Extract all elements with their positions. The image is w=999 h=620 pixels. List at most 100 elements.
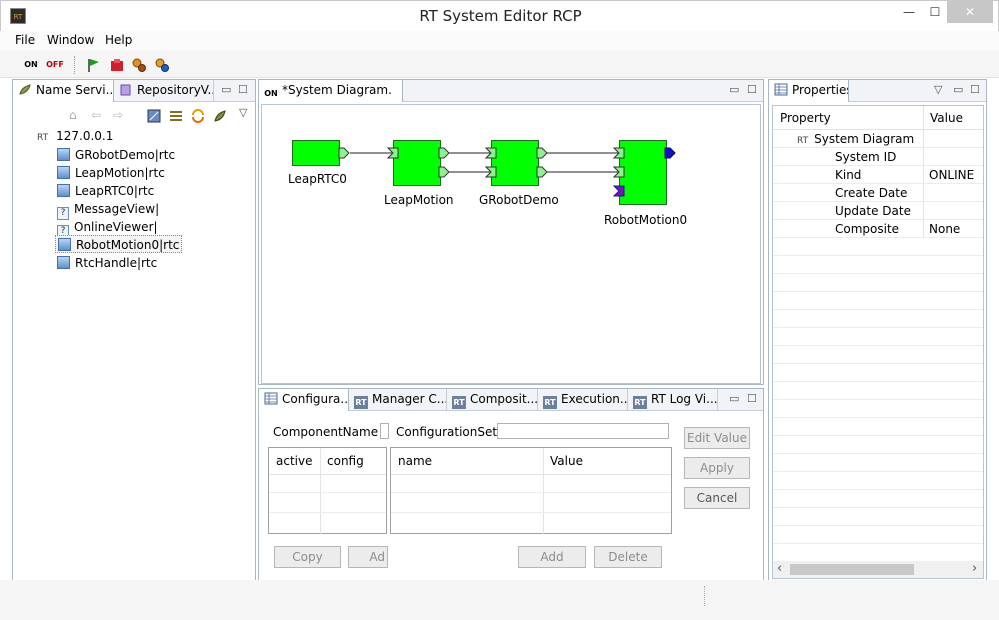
tab-repository-view[interactable]: RepositoryV... [114, 80, 214, 102]
tab-configuration[interactable]: Configura... [259, 389, 349, 411]
row-divider [269, 512, 386, 513]
tree-item[interactable]: RtcHandle|rtc [57, 254, 157, 272]
filter-icon[interactable] [169, 109, 183, 126]
name-service-tabbar: Name Servi... RepositoryV... ▭ ☐ [13, 80, 255, 102]
column-header-active[interactable]: active [269, 448, 320, 475]
minimize-panel-icon[interactable]: ▭ [953, 83, 963, 96]
component-grobotdemo[interactable] [491, 140, 539, 186]
maximize-panel-icon[interactable]: ☐ [747, 392, 757, 405]
component-name-field[interactable] [380, 423, 389, 439]
column-header-name[interactable]: name [391, 448, 543, 475]
scroll-left-icon[interactable]: ‹ [777, 561, 782, 576]
repository-icon [119, 83, 133, 96]
tree-item[interactable]: ? MessageView| [57, 200, 159, 220]
column-header-value[interactable]: Value [930, 111, 963, 125]
in-port-icon[interactable] [613, 147, 625, 159]
minimize-panel-icon[interactable]: ▭ [729, 392, 739, 405]
minimize-panel-icon[interactable]: ▭ [729, 83, 739, 96]
horizontal-scrollbar[interactable]: ‹ › [773, 561, 983, 578]
tree-host-node[interactable]: RT 127.0.0.1 [37, 127, 113, 145]
service-port-icon[interactable] [613, 185, 625, 197]
property-row[interactable]: Kind ONLINE [773, 166, 983, 184]
add-button[interactable]: Add [518, 546, 586, 568]
in-port-icon[interactable] [485, 147, 497, 159]
tree-item[interactable]: LeapRTC0|rtc [57, 182, 154, 200]
menu-window[interactable]: Window [47, 33, 94, 47]
out-port-icon[interactable] [438, 166, 450, 178]
in-port-icon[interactable] [485, 166, 497, 178]
online-diagram-icon: ON [264, 89, 278, 98]
property-row[interactable]: Composite None [773, 220, 983, 238]
package-icon[interactable] [108, 57, 126, 73]
tab-rt-log-view[interactable]: RT RT Log Vi... [628, 389, 718, 411]
rt-host-icon: RT [37, 133, 49, 143]
gears-icon[interactable] [130, 57, 148, 73]
forward-icon[interactable]: ⇨ [113, 108, 123, 122]
tab-properties[interactable]: Properties [769, 80, 849, 102]
add-name-server-icon[interactable] [147, 109, 161, 126]
cancel-button[interactable]: Cancel [684, 487, 750, 509]
tab-manager-control[interactable]: RT Manager C... [349, 389, 447, 411]
property-row[interactable]: Create Date [773, 184, 983, 202]
menu-file[interactable]: File [15, 33, 35, 47]
service-port-icon[interactable] [664, 147, 676, 159]
property-row[interactable]: System ID [773, 148, 983, 166]
maximize-button[interactable]: ☐ [922, 1, 948, 23]
delete-button[interactable]: Delete [594, 546, 662, 568]
bottom-tabbar: Configura... RT Manager C... RT Composit..… [259, 389, 763, 411]
out-port-icon[interactable] [338, 147, 350, 159]
config-set-table[interactable]: active config [268, 447, 387, 534]
tree-item-selected[interactable]: RobotMotion0|rtc [55, 235, 183, 253]
add-config-set-button[interactable]: Ad [348, 546, 388, 568]
scrollbar-thumb[interactable] [790, 564, 914, 575]
tab-composite[interactable]: RT Composit... [447, 389, 538, 411]
column-header-config[interactable]: config [320, 448, 386, 475]
leaf-icon[interactable] [213, 109, 227, 126]
flag-icon[interactable] [85, 57, 103, 73]
tab-execution-context[interactable]: RT Execution... [538, 389, 628, 411]
configuration-set-field[interactable] [497, 423, 669, 439]
tree-item[interactable]: LeapMotion|rtc [57, 164, 165, 182]
tree-item[interactable]: GRobotDemo|rtc [57, 146, 175, 164]
tab-name-service[interactable]: Name Servi... [13, 80, 114, 102]
refresh-icon[interactable] [191, 109, 205, 126]
back-icon[interactable]: ⇦ [91, 108, 101, 122]
minimize-button[interactable]: — [896, 1, 922, 23]
maximize-panel-icon[interactable]: ☐ [970, 83, 980, 96]
component-leaprtc0[interactable] [292, 140, 340, 166]
empty-property-rows [773, 238, 983, 554]
in-port-icon[interactable] [613, 166, 625, 178]
copy-button[interactable]: Copy [274, 546, 341, 568]
tab-system-diagram[interactable]: ON*System Diagram. ⊠ [259, 80, 403, 102]
home-icon[interactable]: ⌂ [69, 108, 77, 122]
column-header-property[interactable]: Property [780, 111, 831, 125]
tree-item[interactable]: ? OnlineViewer| [57, 218, 158, 238]
out-port-icon[interactable] [536, 147, 548, 159]
property-row[interactable]: Update Date [773, 202, 983, 220]
menu-help[interactable]: Help [105, 33, 132, 47]
config-parameter-table[interactable]: name Value [390, 447, 672, 534]
online-mode-button[interactable]: ON [22, 57, 40, 73]
close-tab-icon[interactable]: ⊠ [402, 83, 403, 97]
out-port-icon[interactable] [438, 147, 450, 159]
scroll-right-icon[interactable]: › [972, 561, 977, 576]
close-button[interactable]: ✕ [947, 1, 993, 23]
view-menu-icon[interactable]: ▽ [239, 106, 247, 119]
in-port-icon[interactable] [387, 147, 399, 159]
out-port-icon[interactable] [536, 166, 548, 178]
column-header-value[interactable]: Value [543, 448, 671, 475]
apply-button[interactable]: Apply [684, 457, 750, 479]
property-root-row[interactable]: RT System Diagram [773, 130, 983, 148]
property-sheet[interactable]: Property Value RT System Diagram System I… [772, 105, 984, 579]
component-robotmotion0[interactable] [619, 140, 667, 205]
offline-mode-button[interactable]: OFF [44, 57, 66, 73]
gears-settings-icon[interactable] [153, 57, 171, 73]
maximize-panel-icon[interactable]: ☐ [238, 83, 248, 96]
minimize-panel-icon[interactable]: ▭ [221, 83, 231, 96]
component-leapmotion[interactable] [393, 140, 441, 186]
view-menu-icon[interactable]: ▽ [934, 83, 942, 96]
window-title: RT System Editor RCP [419, 7, 582, 25]
diagram-canvas[interactable]: LeapRTC0 LeapMotion GRobotDemo RobotMoti… [261, 104, 761, 384]
edit-value-button[interactable]: Edit Value [684, 427, 750, 449]
maximize-panel-icon[interactable]: ☐ [747, 83, 757, 96]
